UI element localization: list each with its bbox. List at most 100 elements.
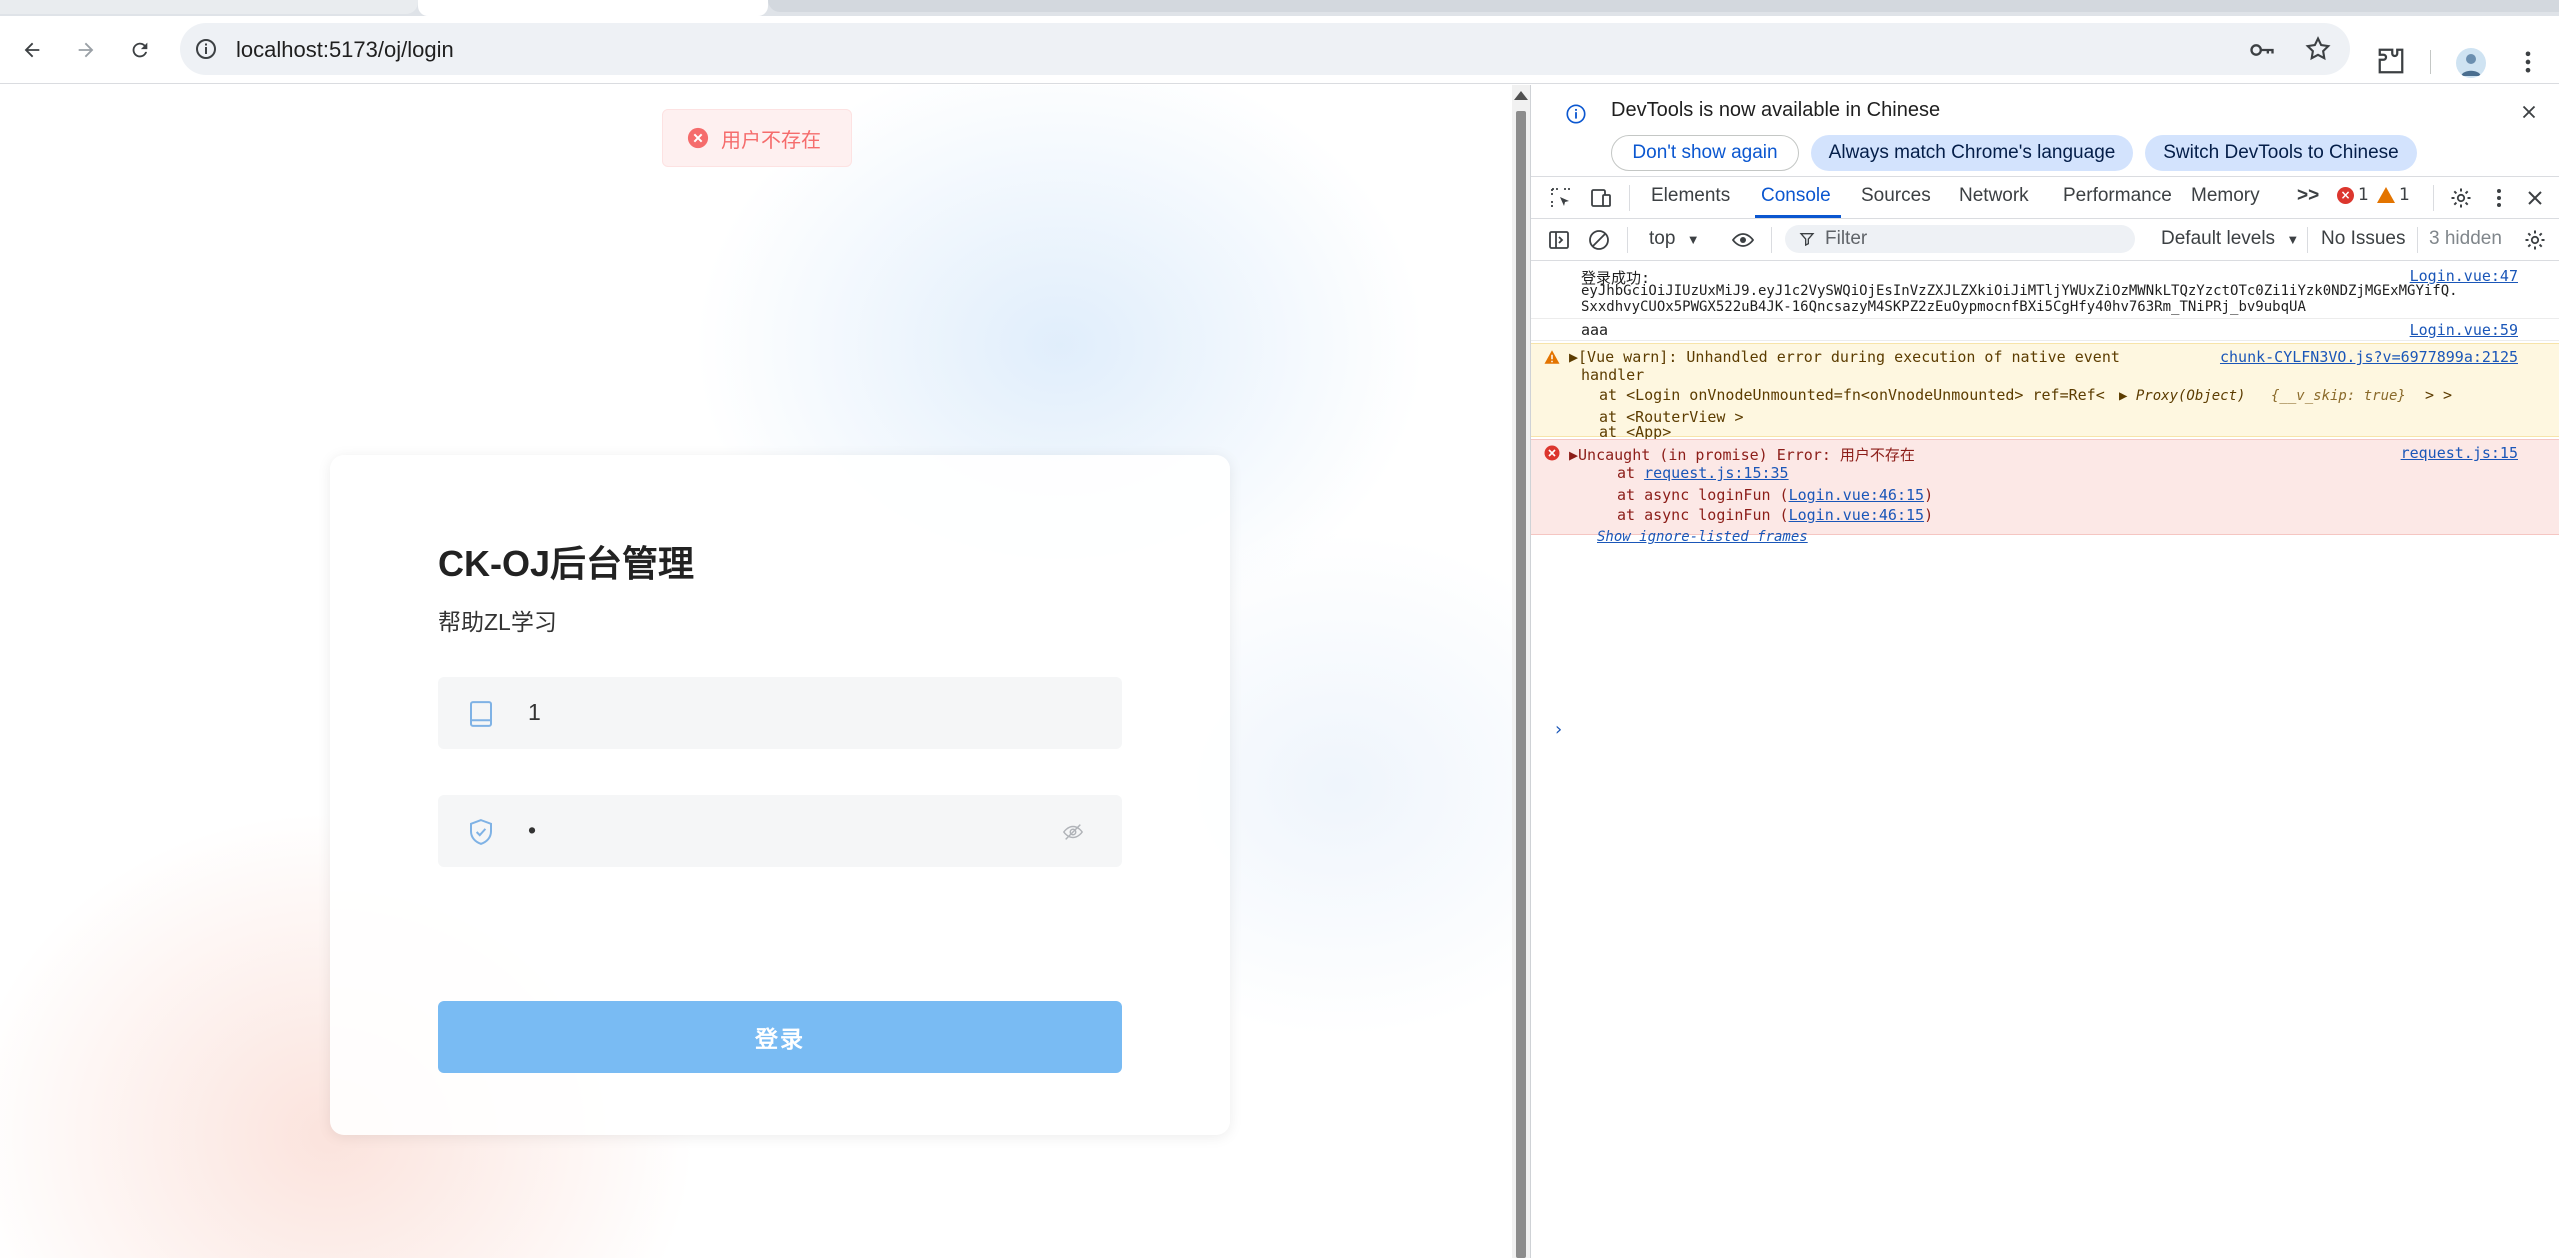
settings-gear-icon[interactable]	[2449, 186, 2473, 210]
close-icon[interactable]	[2518, 101, 2540, 123]
warn-line[interactable]: ▶[Vue warn]: Unhandled error during exec…	[1569, 348, 2120, 366]
log-token-line: SxxdhvyCUOx5PWGX522uB4JK-16QncsazyM4SKPZ…	[1581, 299, 2306, 315]
account-input[interactable]: 1	[528, 699, 541, 726]
tab-network[interactable]: Network	[1959, 185, 2029, 207]
back-button[interactable]	[14, 32, 50, 68]
close-devtools-icon[interactable]	[2523, 186, 2547, 210]
switch-to-chinese-button[interactable]: Switch DevTools to Chinese	[2145, 135, 2417, 171]
console-error-message[interactable]: ▶Uncaught (in promise) Error: 用户不存在 requ…	[1531, 439, 2559, 535]
devtools-tab-bar: Elements Console Sources Network Perform…	[1531, 177, 2559, 219]
warning-count: 1	[2399, 185, 2410, 205]
devtools-panel: DevTools is now available in Chinese Don…	[1530, 85, 2559, 1258]
password-input[interactable]: •	[528, 817, 536, 844]
console-filter-input[interactable]: Filter	[1785, 225, 2135, 253]
tab-strip	[0, 0, 2559, 16]
clear-console-icon[interactable]	[1587, 228, 1611, 252]
warn-line: > >	[2425, 386, 2453, 404]
devtools-menu-icon[interactable]	[2487, 186, 2511, 210]
context-select[interactable]: top ▼	[1649, 228, 1700, 250]
eye-hidden-icon[interactable]	[1062, 821, 1084, 843]
page-viewport: 用户不存在 CK-OJ后台管理 帮助ZL学习 1 • 登录	[0, 85, 1512, 1258]
console-settings-gear-icon[interactable]	[2523, 228, 2547, 252]
account-field[interactable]: 1	[438, 677, 1122, 749]
scroll-up-arrow-icon[interactable]	[1514, 91, 1528, 100]
language-banner: DevTools is now available in Chinese Don…	[1531, 85, 2559, 177]
error-count-badge[interactable]: × 1	[2337, 185, 2369, 205]
arrow-right-icon	[78, 42, 94, 58]
warn-line: at <Login onVnodeUnmounted=fn<onVnodeUnm…	[1599, 386, 2105, 404]
dropdown-arrow-icon: ▼	[1686, 232, 1700, 247]
stack-frame-link[interactable]: Login.vue:46:15	[1789, 506, 1924, 524]
tablet-icon	[470, 701, 492, 727]
stack-frame-link[interactable]: Login.vue:46:15	[1789, 486, 1924, 504]
tab-separator	[1629, 185, 1630, 211]
inspect-element-icon[interactable]	[1549, 186, 1573, 210]
tab-performance[interactable]: Performance	[2063, 185, 2172, 207]
shield-check-icon	[470, 819, 492, 845]
reload-icon	[132, 42, 148, 58]
login-button[interactable]: 登录	[438, 1001, 1122, 1073]
warning-triangle-icon	[1544, 350, 1560, 364]
toast-message: 用户不存在	[721, 129, 821, 152]
console-prompt-chevron-icon[interactable]: ›	[1553, 719, 1564, 740]
dont-show-again-button[interactable]: Don't show again	[1611, 135, 1799, 171]
error-source-link[interactable]: request.js:15	[2401, 444, 2518, 462]
tab-inactive-right[interactable]	[768, 0, 2559, 12]
bar-separator	[1627, 227, 1628, 253]
tab-memory[interactable]: Memory	[2191, 185, 2260, 207]
browser-menu-icon[interactable]	[2514, 48, 2542, 76]
console-warning-message[interactable]: ▶[Vue warn]: Unhandled error during exec…	[1531, 343, 2559, 441]
arrow-left-icon	[24, 42, 40, 58]
warn-source-link[interactable]: chunk-CYLFN3VO.js?v=6977899a:2125	[2220, 348, 2518, 366]
warn-proxy-object[interactable]: ▶ Proxy(Object)	[2119, 388, 2245, 404]
card-subtitle: 帮助ZL学习	[438, 609, 557, 635]
issues-count[interactable]: No Issues	[2321, 228, 2405, 250]
stack-frame: at async loginFun (Login.vue:46:15)	[1617, 506, 1934, 524]
bar-separator	[1771, 227, 1772, 253]
tab-separator	[2433, 185, 2434, 211]
filter-placeholder: Filter	[1825, 228, 1868, 249]
tab-sources[interactable]: Sources	[1861, 185, 1931, 207]
show-ignore-listed-frames-link[interactable]: Show ignore-listed frames	[1597, 529, 1808, 545]
page-scrollbar[interactable]	[1512, 85, 1530, 1258]
warn-proxy-preview: {__v_skip: true}	[2271, 388, 2406, 404]
warning-triangle-icon	[2377, 187, 2395, 203]
error-line[interactable]: ▶Uncaught (in promise) Error: 用户不存在	[1569, 444, 1915, 465]
tab-console[interactable]: Console	[1761, 185, 1831, 207]
profile-avatar[interactable]	[2456, 48, 2486, 78]
bar-separator	[2417, 227, 2418, 253]
site-info-icon[interactable]	[194, 37, 218, 61]
device-toolbar-icon[interactable]	[1589, 186, 1613, 210]
forward-button[interactable]	[68, 32, 104, 68]
live-expression-eye-icon[interactable]	[1731, 228, 1755, 252]
match-language-button[interactable]: Always match Chrome's language	[1811, 135, 2133, 171]
console-log-message[interactable]: 登录成功: Login.vue:47 eyJhbGciOiJIUzUxMiJ9.…	[1531, 261, 2559, 319]
error-circle-icon	[687, 127, 709, 149]
log-source-link[interactable]: Login.vue:59	[2410, 321, 2518, 339]
url-text[interactable]: localhost:5173/oj/login	[236, 37, 454, 63]
log-text: aaa	[1581, 321, 1609, 339]
extensions-puzzle-icon[interactable]	[2376, 46, 2406, 76]
password-field[interactable]: •	[438, 795, 1122, 867]
address-bar[interactable]: localhost:5173/oj/login	[180, 23, 2350, 75]
dropdown-arrow-icon: ▼	[2286, 232, 2300, 247]
console-log-message[interactable]: aaa Login.vue:59	[1531, 319, 2559, 341]
warn-line: at <App>	[1599, 423, 1672, 441]
tab-active[interactable]	[418, 0, 768, 16]
warning-count-badge[interactable]: 1	[2377, 185, 2410, 205]
scrollbar-thumb[interactable]	[1516, 111, 1526, 1258]
bookmark-star-icon[interactable]	[2304, 35, 2332, 63]
active-tab-indicator	[1755, 215, 1841, 218]
console-output: 登录成功: Login.vue:47 eyJhbGciOiJIUzUxMiJ9.…	[1531, 261, 2559, 1258]
more-tabs-chevron-icon[interactable]: >>	[2297, 185, 2319, 207]
login-card: CK-OJ后台管理 帮助ZL学习 1 • 登录	[330, 455, 1230, 1135]
sidebar-toggle-icon[interactable]	[1547, 228, 1571, 252]
log-levels-select[interactable]: Default levels ▼	[2161, 228, 2299, 250]
stack-frame-link[interactable]: request.js:15:35	[1644, 464, 1789, 482]
password-key-icon[interactable]	[2248, 36, 2276, 64]
tab-elements[interactable]: Elements	[1651, 185, 1730, 207]
warn-line: handler	[1581, 366, 1645, 384]
error-toast: 用户不存在	[662, 109, 852, 167]
tab-inactive-left[interactable]	[0, 0, 418, 14]
reload-button[interactable]	[122, 32, 158, 68]
